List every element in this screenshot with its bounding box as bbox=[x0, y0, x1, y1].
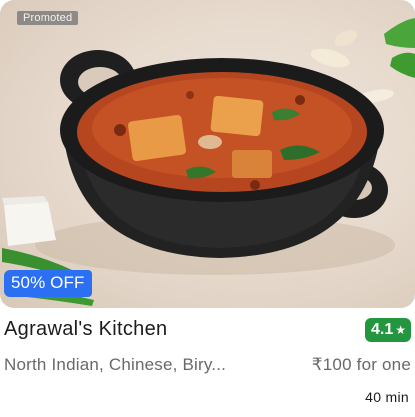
rating-badge: 4.1 ★ bbox=[364, 318, 411, 342]
star-icon: ★ bbox=[395, 323, 406, 337]
cuisine-list: North Indian, Chinese, Biry... bbox=[4, 355, 227, 374]
dish-photo bbox=[2, 18, 415, 306]
rating-value: 4.1 bbox=[370, 321, 394, 338]
price-for-one: ₹100 for one bbox=[311, 355, 411, 374]
offer-badge: 50% OFF bbox=[4, 270, 93, 297]
promoted-badge: Promoted bbox=[17, 11, 79, 25]
delivery-time: 40 min bbox=[365, 389, 409, 405]
restaurant-image[interactable]: Promoted 50% OFF bbox=[0, 0, 415, 308]
restaurant-name[interactable]: Agrawal's Kitchen bbox=[4, 318, 167, 341]
restaurant-card[interactable]: Promoted 50% OFF Agrawal's Kitchen 4.1 ★… bbox=[0, 0, 415, 417]
